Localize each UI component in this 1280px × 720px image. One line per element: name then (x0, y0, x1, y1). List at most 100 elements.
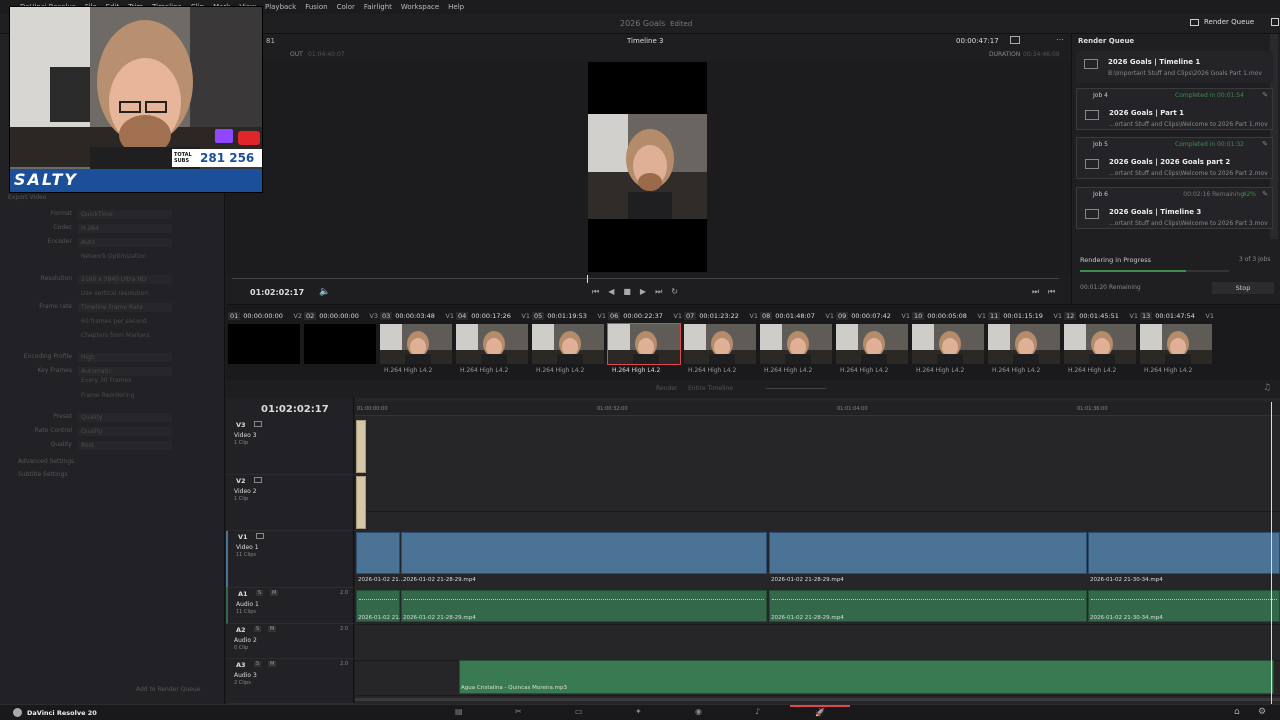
track-monitor-icon[interactable] (256, 533, 264, 539)
setting-value[interactable]: H.264 (78, 224, 172, 233)
timeline-playhead[interactable] (1271, 402, 1272, 704)
setting-value[interactable]: 60 frames per second (78, 317, 172, 326)
add-to-render-queue-button[interactable]: Add to Render Queue (136, 686, 200, 693)
settings-icon[interactable]: ⚙ (1258, 707, 1266, 717)
clip-thumbnail[interactable]: 12 00:01:45:51 V1 H.264 High L4.2 (1064, 310, 1140, 378)
setting-value[interactable]: Chapters from Markers (78, 331, 172, 340)
track-header[interactable]: A1 Audio 1 11 Clips S M 2.0 (226, 588, 354, 624)
setting-value[interactable]: High (78, 353, 172, 362)
clip-thumbnail[interactable]: 02 00:00:00:00 V3 (304, 310, 380, 378)
viewer-playhead[interactable] (587, 275, 588, 283)
mute-button[interactable]: M (270, 590, 279, 596)
edit-icon[interactable]: ✎ (1262, 190, 1268, 198)
stop-render-button[interactable]: Stop (1212, 282, 1274, 294)
track-header[interactable]: V1 Video 1 11 Clips (226, 531, 354, 588)
clip-thumbnail[interactable]: 04 00:00:17:26 V1 H.264 High L4.2 (456, 310, 532, 378)
menu-item[interactable]: Playback (265, 3, 296, 11)
zoom-slider[interactable] (766, 388, 826, 389)
clip-thumbnail[interactable]: 01 00:00:00:00 V2 (228, 310, 304, 378)
setting-value[interactable]: Quality (78, 427, 172, 436)
setting-value[interactable]: Network Optimization (78, 252, 172, 261)
edit-icon[interactable]: ✎ (1262, 140, 1268, 148)
viewer-scrubber[interactable] (232, 278, 1059, 279)
mute-button[interactable]: M (268, 661, 277, 667)
render-job[interactable]: Job 6 00:02:16 Remaining 42% ✎ 2026 Goals | … (1076, 187, 1273, 229)
fairlight-page-icon[interactable]: ♪ (755, 707, 760, 716)
video-clip[interactable] (769, 532, 1087, 574)
setting-value[interactable]: Use vertical resolution (78, 289, 172, 298)
clip-thumbnail[interactable]: 07 00:01:23:22 V1 H.264 High L4.2 (684, 310, 760, 378)
setting-value[interactable]: Automatic (78, 367, 172, 376)
video-clip[interactable] (356, 532, 400, 574)
clip-thumbnail[interactable]: 06 00:00:22:37 V1 H.264 High L4.2 (607, 310, 684, 378)
media-page-icon[interactable]: ▤ (455, 707, 463, 716)
reverse-icon[interactable]: ◀ (608, 287, 614, 297)
play-icon[interactable]: ▶ (640, 287, 646, 297)
track-header[interactable]: V2 Video 21 Clip (226, 475, 354, 531)
advanced-settings[interactable]: Advanced Settings (18, 458, 74, 465)
solo-button[interactable]: S (254, 661, 262, 667)
track-monitor-icon[interactable] (254, 477, 262, 483)
render-job[interactable]: Job 4 Completed in 00:01:54 ✎ 2026 Goals | … (1076, 88, 1273, 130)
clip-thumbnail[interactable]: 11 00:01:15:19 V1 H.264 High L4.2 (988, 310, 1064, 378)
edit-icon[interactable]: ✎ (1262, 91, 1268, 99)
mute-button[interactable]: M (268, 626, 277, 632)
cut-page-icon[interactable]: ✂ (515, 707, 522, 716)
color-page-icon[interactable]: ◉ (695, 707, 702, 716)
timeline-scrollbar[interactable] (355, 698, 1280, 701)
edit-page-icon[interactable]: ▭ (575, 707, 583, 716)
clip-thumbnail[interactable]: 08 00:01:48:07 V1 H.264 High L4.2 (760, 310, 836, 378)
more-icon[interactable]: ⋯ (1056, 35, 1064, 44)
clip-thumbnail[interactable]: 03 00:00:03:48 V1 H.264 High L4.2 (380, 310, 456, 378)
setting-value[interactable]: Auto (78, 238, 172, 247)
stop-icon[interactable]: ■ (623, 287, 631, 297)
track-header[interactable]: A2 Audio 20 Clip S M 2.0 (226, 624, 354, 659)
solo-button[interactable]: S (254, 626, 262, 632)
next-clip-icon[interactable]: ⏭ (1032, 287, 1039, 297)
timeline-ruler[interactable]: 01:00:00:00 01:00:32:00 01:01:04:00 01:01:3… (355, 402, 1280, 704)
render-range-select[interactable]: Entire Timeline (688, 385, 733, 392)
go-to-start-icon[interactable]: ⏮ (592, 287, 599, 297)
track-header[interactable]: A3 Audio 32 Clips S M 2.0 (226, 659, 354, 704)
menu-item[interactable]: Workspace (401, 3, 439, 11)
menu-item[interactable]: Fairlight (364, 3, 392, 11)
setting-value[interactable]: QuickTime (78, 210, 172, 219)
clip-thumbnail[interactable]: 13 00:01:47:54 V1 H.264 High L4.2 (1140, 310, 1216, 378)
setting-value[interactable]: Every 30 Frames (78, 376, 172, 385)
render-job[interactable]: Job 5 Completed in 00:01:32 ✎ 2026 Goals | … (1076, 137, 1273, 179)
prev-clip-icon[interactable]: ⏮ (1048, 287, 1055, 297)
deliver-page-icon[interactable]: 🚀 (790, 705, 850, 717)
clip-thumbnail[interactable]: 05 00:01:19:53 V1 H.264 High L4.2 (532, 310, 608, 378)
menu-item[interactable]: Color (337, 3, 355, 11)
track-header[interactable]: V3 Video 31 Clip (226, 419, 354, 475)
track-monitor-icon[interactable] (254, 421, 262, 427)
menu-item[interactable]: Fusion (305, 3, 327, 11)
video-clip[interactable] (1088, 532, 1280, 574)
fusion-page-icon[interactable]: ✦ (635, 707, 642, 716)
render-job[interactable]: 2026 Goals | Timeline 1 B:\Important Stuf… (1076, 51, 1273, 83)
timeline-area[interactable]: 2026-01-02 21... 2026-01-02 21-28-29.mp4 2… (355, 398, 1280, 704)
setting-value[interactable]: Frame Reordering (78, 391, 172, 400)
home-icon[interactable]: ⌂ (1234, 707, 1240, 717)
clip-thumbnail[interactable]: 10 00:00:05:08 V1 H.264 High L4.2 (912, 310, 988, 378)
setting-value[interactable]: Best (78, 441, 172, 450)
video-clip[interactable] (356, 476, 366, 529)
go-to-end-icon[interactable]: ⏭ (655, 287, 662, 297)
menu-item[interactable]: Help (448, 3, 464, 11)
volume-icon[interactable]: 🔈 (319, 287, 330, 297)
setting-value[interactable]: Timeline Frame Rate (78, 303, 172, 312)
expand-icon[interactable] (1271, 18, 1280, 26)
loop-icon[interactable]: ↻ (671, 287, 678, 297)
clip-thumbnail[interactable]: 09 00:00:07:42 V1 H.264 High L4.2 (836, 310, 912, 378)
render-queue-button[interactable]: Render Queue (1190, 18, 1280, 26)
clip-label: 2026-01-02 21-28-29.mp4 (771, 615, 844, 621)
audio-meter-icon[interactable]: ♫ (1263, 383, 1271, 393)
setting-value[interactable]: 2160 x 3840 Ultra HD (78, 275, 172, 284)
video-clip[interactable] (356, 420, 366, 473)
setting-value[interactable]: Quality (78, 413, 172, 422)
subtitle-settings[interactable]: Subtitle Settings (18, 471, 68, 478)
viewer-options-icon[interactable] (1010, 36, 1020, 44)
video-clip[interactable] (401, 532, 767, 574)
solo-button[interactable]: S (256, 590, 264, 596)
audio-clip[interactable] (459, 660, 1274, 694)
